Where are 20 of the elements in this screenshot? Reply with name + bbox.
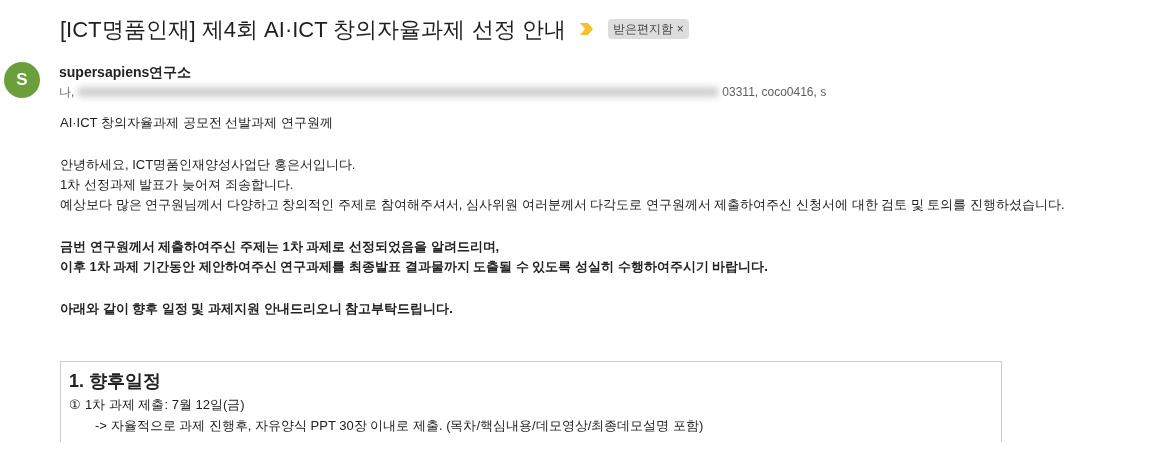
body-text: 1차 선정과제 발표가 늦어져 죄송합니다. [60,176,295,194]
label-text: 받은편지함 [612,21,673,38]
recipient-text: 03311, coco0416, s [722,84,827,101]
body-text: 아래와 같이 향후 일정 및 과제지원 안내드리오니 참고부탁드립니다. [60,300,454,318]
body-text: 예상보다 많은 연구원님께서 다양하고 창의적인 주제로 참여해주셔서, 심사위원 여러분께서 다각도로 연구원께서 제출하여주신 신청서에 대한 검토 및 토의를 진행하셨습니다. [60,196,1066,214]
body-text: 이후 1차 과제 기간동안 제안하여주신 연구과제를 최종발표 결과물까지 도출될 수 있도록 성실히 수행하여주시기 바랍니다. [60,258,769,276]
importance-marker-icon[interactable] [579,23,594,35]
item-marker: ① [69,396,81,414]
body-text: AI·ICT 창의자율과제 공모전 선발과제 연구원께 [60,114,334,132]
remove-label-button[interactable]: × [676,20,684,38]
sender-name: supersapiens연구소 [59,63,193,82]
sender-avatar: S [4,62,40,98]
body-text: 안녕하세요, ICT명품인재양성사업단 홍은서입니다. [60,156,357,174]
item-detail: -> 자율적으로 과제 진행후, 자유양식 PPT 30장 이내로 제출. (목차/핵심내용/데모영상/최종데모설명 포함) [94,417,705,435]
label-chip[interactable]: 받은편지함 × [607,19,689,39]
section-heading: 1. 향후일정 [69,370,162,393]
email-subject: [ICT명품인재] 제4회 AI·ICT 창의자율과제 선정 안내 [60,15,566,44]
item-text: 1차 과제 제출: 7월 12일(금) [85,396,245,414]
body-text: 금번 연구원께서 제출하여주신 주제는 1차 과제로 선정되었음을 알려드리며, [60,238,501,256]
recipient-text: 나, [59,84,75,101]
